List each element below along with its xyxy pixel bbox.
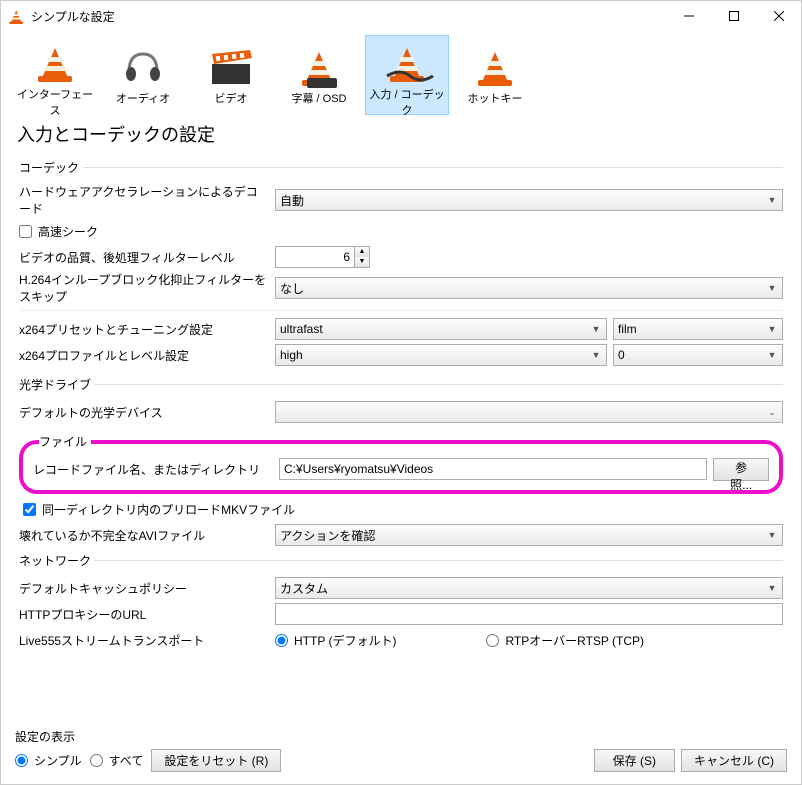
optical-device-label: デフォルトの光学デバイス xyxy=(19,404,275,421)
cache-policy-select[interactable]: カスタム▼ xyxy=(275,577,783,599)
h264skip-select[interactable]: なし▼ xyxy=(275,277,783,299)
live555-http-radio[interactable]: HTTP (デフォルト) xyxy=(275,632,396,649)
save-button[interactable]: 保存 (S) xyxy=(594,749,675,772)
hwdecode-select[interactable]: 自動▼ xyxy=(275,189,783,211)
chevron-down-icon: ▼ xyxy=(764,324,780,334)
close-button[interactable] xyxy=(756,1,801,31)
live555-rtp-radio[interactable]: RTPオーバーRTSP (TCP) xyxy=(486,632,644,649)
x264profile-label: x264プロファイルとレベル設定 xyxy=(19,347,275,364)
cone-hotkeys-icon xyxy=(471,42,519,86)
quality-input[interactable] xyxy=(275,246,355,268)
x264preset-label: x264プリセットとチューニング設定 xyxy=(19,321,275,338)
tab-label: オーディオ xyxy=(116,90,170,106)
hwdecode-label: ハードウェアアクセラレーションによるデコード xyxy=(19,183,275,217)
group-legend: コーデック xyxy=(19,159,83,176)
cancel-button[interactable]: キャンセル (C) xyxy=(681,749,787,772)
chevron-down-icon: ⌄ xyxy=(764,407,780,418)
group-optical: 光学ドライブ デフォルトの光学デバイス ⌄ xyxy=(19,376,783,429)
show-all-radio[interactable]: すべて xyxy=(90,752,144,769)
chevron-down-icon: ▼ xyxy=(764,195,780,205)
cone-icon xyxy=(31,42,79,82)
optical-device-select[interactable]: ⌄ xyxy=(275,401,783,423)
chevron-down-icon: ▼ xyxy=(588,350,604,360)
show-simple-radio[interactable]: シンプル xyxy=(15,752,82,769)
headphones-icon xyxy=(119,42,167,86)
tab-input-codecs[interactable]: 入力 / コーデック xyxy=(365,35,449,115)
clapper-icon xyxy=(207,42,255,86)
vlc-icon xyxy=(9,8,25,24)
category-toolbar: インターフェース オーディオ ビデオ 字幕 / OSD 入力 / コーデック ホ… xyxy=(1,31,801,115)
group-codec: コーデック ハードウェアアクセラレーションによるデコード 自動▼ 高速シーク ビ… xyxy=(19,159,783,372)
reset-button[interactable]: 設定をリセット (R) xyxy=(151,749,281,772)
tab-label: 字幕 / OSD xyxy=(291,90,346,106)
record-path-label: レコードファイル名、またはディレクトリ xyxy=(33,461,279,478)
cache-policy-label: デフォルトキャッシュポリシー xyxy=(19,580,275,597)
tab-label: ビデオ xyxy=(215,90,248,106)
page-title: 入力とコーデックの設定 xyxy=(1,115,801,151)
tab-interface[interactable]: インターフェース xyxy=(13,35,97,115)
group-legend: ネットワーク xyxy=(19,552,95,569)
x264preset-select[interactable]: ultrafast▼ xyxy=(275,318,607,340)
titlebar: シンプルな設定 xyxy=(1,1,801,31)
broken-avi-label: 壊れているか不完全なAVIファイル xyxy=(19,527,275,544)
quality-spinner[interactable]: ▲▼ xyxy=(275,246,375,268)
tab-video[interactable]: ビデオ xyxy=(189,35,273,115)
record-path-input[interactable] xyxy=(279,458,707,480)
tab-label: 入力 / コーデック xyxy=(366,86,448,118)
x264profile-select[interactable]: high▼ xyxy=(275,344,607,366)
chevron-down-icon: ▼ xyxy=(588,324,604,334)
preload-mkv-checkbox[interactable]: 同一ディレクトリ内のプリロードMKVファイル xyxy=(23,501,295,518)
tab-label: ホットキー xyxy=(468,90,523,106)
maximize-button[interactable] xyxy=(711,1,756,31)
group-legend: ファイル xyxy=(39,433,91,450)
tab-subtitles[interactable]: 字幕 / OSD xyxy=(277,35,361,115)
spin-down-icon[interactable]: ▼ xyxy=(355,257,369,267)
live555-label: Live555ストリームトランスポート xyxy=(19,632,275,649)
quality-label: ビデオの品質、後処理フィルターレベル xyxy=(19,249,275,266)
chevron-down-icon: ▼ xyxy=(764,283,780,293)
browse-button[interactable]: 参照... xyxy=(713,458,769,481)
http-proxy-label: HTTPプロキシーのURL xyxy=(19,606,275,623)
cone-cable-icon xyxy=(383,42,431,82)
chevron-down-icon: ▼ xyxy=(764,350,780,360)
http-proxy-input[interactable] xyxy=(275,603,783,625)
cone-subtitles-icon xyxy=(295,42,343,86)
h264skip-label: H.264インループブロック化抑止フィルターをスキップ xyxy=(19,271,275,305)
footer: 設定の表示 シンプル すべて 設定をリセット (R) 保存 (S) キャンセル … xyxy=(1,720,801,784)
settings-panel: コーデック ハードウェアアクセラレーションによるデコード 自動▼ 高速シーク ビ… xyxy=(1,151,801,720)
chevron-down-icon: ▼ xyxy=(764,583,780,593)
chevron-down-icon: ▼ xyxy=(764,530,780,540)
tab-audio[interactable]: オーディオ xyxy=(101,35,185,115)
fastseek-checkbox[interactable]: 高速シーク xyxy=(19,223,98,240)
x264level-select[interactable]: 0▼ xyxy=(613,344,783,366)
group-legend: 光学ドライブ xyxy=(19,376,95,393)
tab-label: インターフェース xyxy=(14,86,96,118)
spin-up-icon[interactable]: ▲ xyxy=(355,247,369,257)
show-settings-label: 設定の表示 xyxy=(15,728,594,745)
broken-avi-select[interactable]: アクションを確認▼ xyxy=(275,524,783,546)
group-file: ファイル レコードファイル名、またはディレクトリ 参照... xyxy=(19,433,783,494)
window-title: シンプルな設定 xyxy=(31,8,666,25)
group-network: ネットワーク デフォルトキャッシュポリシー カスタム▼ HTTPプロキシーのUR… xyxy=(19,552,783,657)
minimize-button[interactable] xyxy=(666,1,711,31)
tab-hotkeys[interactable]: ホットキー xyxy=(453,35,537,115)
x264tune-select[interactable]: film▼ xyxy=(613,318,783,340)
